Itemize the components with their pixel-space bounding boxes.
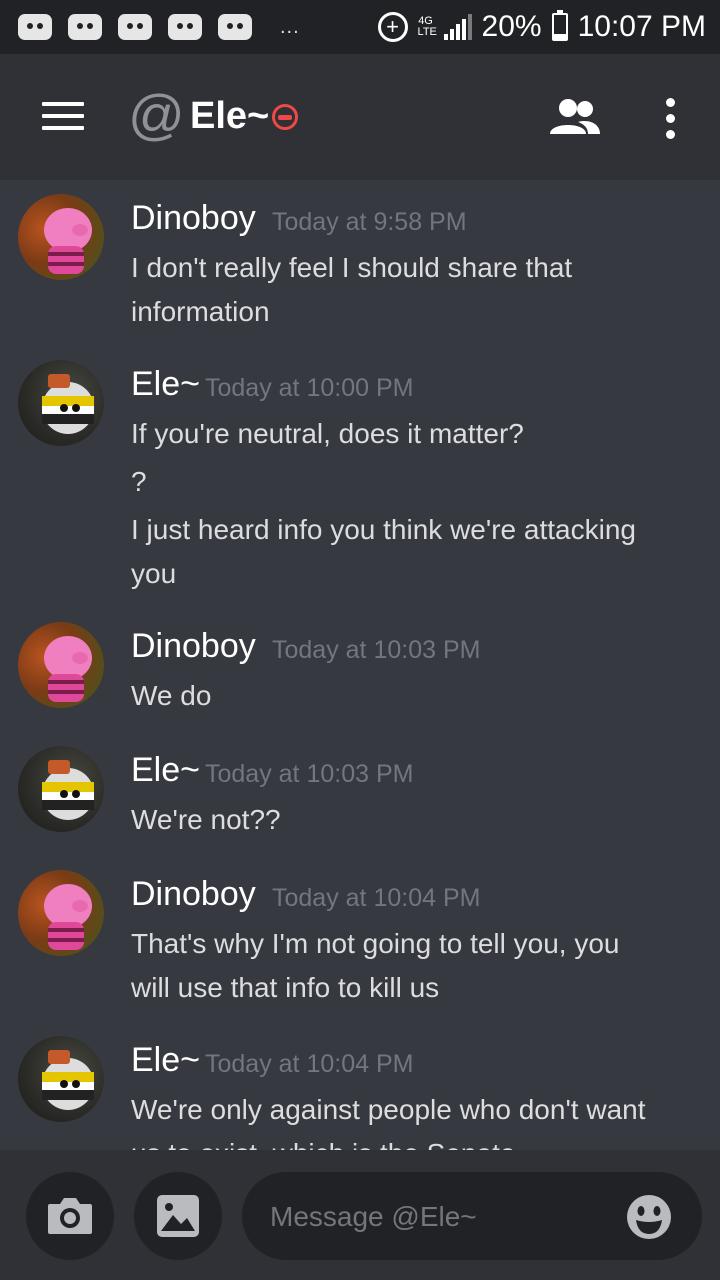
status-bar: ... + 4G LTE 20% 10:07 PM	[0, 0, 720, 54]
message-text: I don't really feel I should share that	[131, 252, 573, 283]
signal-icon	[443, 14, 472, 40]
message-author[interactable]: Ele~	[131, 364, 200, 404]
discord-notification-icon	[118, 14, 152, 40]
message-text: We're only against people who don't want	[131, 1094, 646, 1125]
message-input[interactable]	[268, 1172, 612, 1262]
pig-avatar[interactable]	[18, 622, 104, 708]
battery-percent: 20%	[481, 10, 542, 43]
message-timestamp: Today at 10:04 PM	[205, 1050, 414, 1078]
message-timestamp: Today at 10:04 PM	[272, 884, 481, 912]
pig-avatar[interactable]	[18, 194, 104, 280]
message-author[interactable]: Ele~	[131, 1040, 200, 1080]
notification-icons	[18, 14, 252, 40]
message-text: ?	[131, 466, 147, 497]
discord-notification-icon	[218, 14, 252, 40]
message-list[interactable]: Dinoboy Today at 9:58 PM I don't really …	[0, 180, 720, 1150]
message-text: We do	[131, 680, 212, 711]
message-timestamp: Today at 10:03 PM	[205, 760, 414, 788]
channel-header: @ Ele~	[0, 54, 720, 180]
discord-notification-icon	[18, 14, 52, 40]
countryball-avatar[interactable]	[18, 1036, 104, 1122]
message-input-container	[242, 1172, 702, 1262]
discord-notification-icon	[68, 14, 102, 40]
clock: 10:07 PM	[577, 10, 706, 43]
image-icon	[157, 1195, 199, 1237]
message-text: you	[131, 558, 177, 589]
message-text: That's why I'm not going to tell you, yo…	[131, 928, 620, 959]
emoji-icon[interactable]	[626, 1194, 672, 1240]
discord-notification-icon	[168, 14, 202, 40]
message-timestamp: Today at 9:58 PM	[272, 208, 467, 236]
members-icon[interactable]	[548, 98, 602, 138]
message-text: I just heard info you think we're attack…	[131, 514, 636, 545]
more-vertical-icon[interactable]	[664, 98, 676, 139]
message-text: us to exist, which is the Senate	[131, 1132, 515, 1150]
message-author[interactable]: Dinoboy	[131, 626, 256, 666]
camera-icon	[48, 1198, 92, 1234]
data-saver-icon: +	[377, 12, 408, 42]
hamburger-menu-icon[interactable]	[42, 102, 84, 130]
pig-avatar[interactable]	[18, 870, 104, 956]
camera-button[interactable]	[26, 1172, 114, 1260]
message-author[interactable]: Ele~	[131, 750, 200, 790]
message-composer	[0, 1150, 720, 1280]
do-not-disturb-icon	[272, 104, 298, 130]
channel-name[interactable]: Ele~	[190, 92, 269, 140]
message-text: information	[131, 296, 270, 327]
countryball-avatar[interactable]	[18, 746, 104, 832]
gallery-button[interactable]	[134, 1172, 222, 1260]
overflow-notifications: ...	[280, 15, 300, 38]
message-timestamp: Today at 10:03 PM	[272, 636, 481, 664]
message-text: will use that info to kill us	[131, 972, 440, 1003]
lte-icon: 4G LTE	[417, 15, 437, 38]
battery-icon	[551, 10, 568, 41]
countryball-avatar[interactable]	[18, 360, 104, 446]
message-text: We're not??	[131, 804, 281, 835]
at-icon: @	[128, 83, 185, 146]
message-author[interactable]: Dinoboy	[131, 874, 256, 914]
message-author[interactable]: Dinoboy	[131, 198, 256, 238]
message-timestamp: Today at 10:00 PM	[205, 374, 414, 402]
message-text: If you're neutral, does it matter?	[131, 418, 524, 449]
